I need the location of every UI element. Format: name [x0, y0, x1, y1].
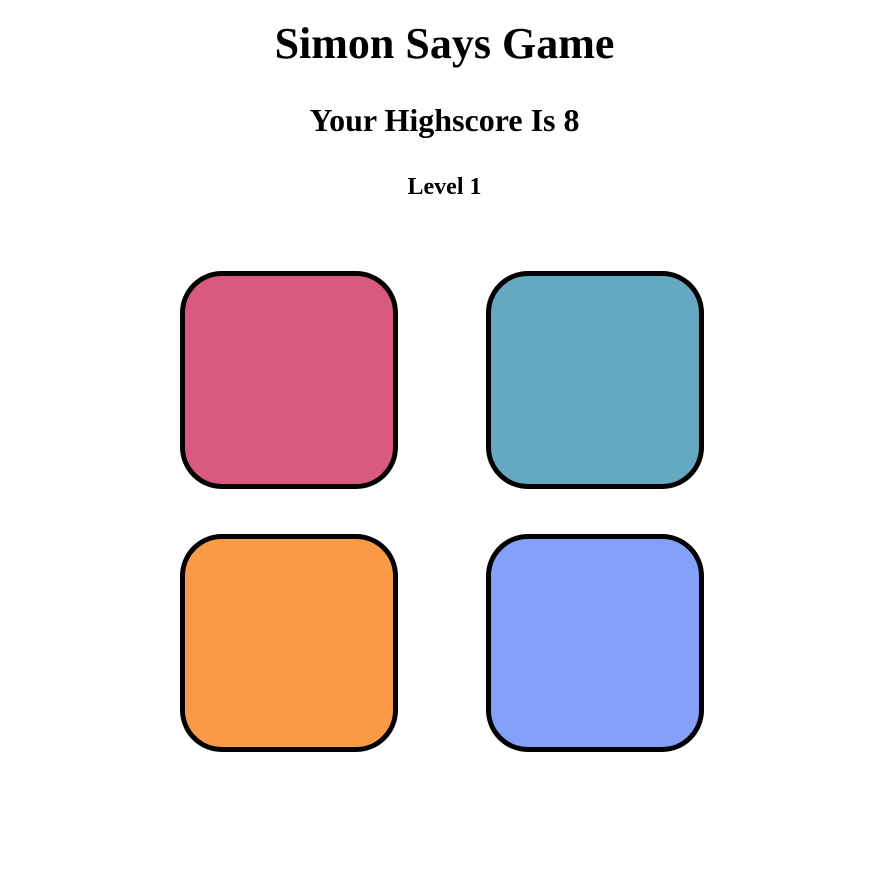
orange-pad[interactable]	[180, 534, 398, 752]
level-indicator: Level 1	[407, 174, 482, 200]
pink-pad[interactable]	[180, 271, 398, 489]
game-board	[180, 271, 704, 753]
game-title: Simon Says Game	[274, 19, 615, 68]
highscore-text: Your Highscore Is 8	[309, 102, 580, 138]
blue-pad[interactable]	[486, 534, 704, 752]
teal-pad[interactable]	[486, 271, 704, 489]
